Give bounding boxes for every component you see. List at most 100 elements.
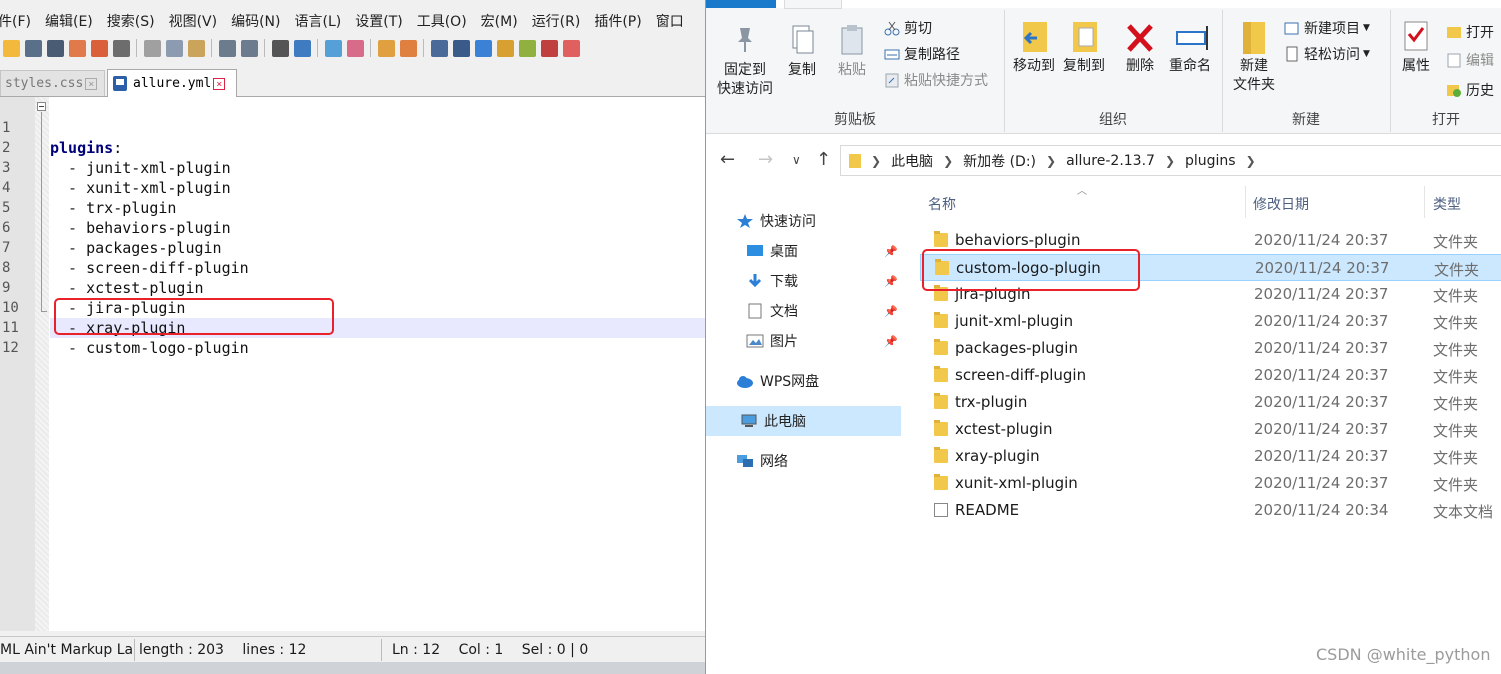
delete-button[interactable]: 删除: [1120, 18, 1160, 76]
doc-map-icon[interactable]: [519, 39, 536, 57]
properties-button[interactable]: 属性: [1396, 18, 1436, 76]
ribbon-file-tab[interactable]: [706, 0, 776, 8]
ribbon-home-tab[interactable]: [784, 0, 842, 9]
nav-quick-access[interactable]: 快速访问: [736, 206, 816, 236]
sync-vertical-icon[interactable]: [378, 39, 395, 57]
breadcrumb-allure[interactable]: allure-2.13.7: [1066, 153, 1155, 169]
zoom-in-icon[interactable]: [325, 39, 342, 57]
recent-locations-chevron-icon[interactable]: ∨: [792, 153, 801, 167]
history-button[interactable]: 历史: [1446, 80, 1494, 100]
breadcrumb-drive[interactable]: 新加卷 (D:): [963, 151, 1036, 171]
up-arrow-icon[interactable]: ↑: [816, 149, 831, 170]
save-icon[interactable]: [25, 39, 42, 57]
tab-close-icon[interactable]: ×: [85, 77, 98, 90]
file-row[interactable]: junit-xml-plugin 2020/11/24 20:37 文件夹: [920, 308, 1501, 335]
replace-icon[interactable]: [294, 39, 311, 57]
nav-desktop[interactable]: 桌面 📌: [746, 236, 898, 266]
breadcrumb-plugins[interactable]: plugins: [1185, 153, 1236, 169]
nav-network[interactable]: 网络: [736, 446, 788, 476]
move-to-button[interactable]: 移动到: [1010, 18, 1058, 76]
chevron-right-icon[interactable]: ❯: [1046, 154, 1056, 168]
cut-icon[interactable]: [144, 39, 161, 57]
pin-icon[interactable]: 📌: [884, 275, 898, 288]
tab-allure-yml[interactable]: allure.yml ×: [107, 69, 237, 98]
zoom-out-icon[interactable]: [347, 39, 364, 57]
file-row[interactable]: screen-diff-plugin 2020/11/24 20:37 文件夹: [920, 362, 1501, 389]
pin-icon[interactable]: 📌: [884, 305, 898, 318]
cut-button[interactable]: 剪切: [884, 18, 932, 38]
menu-tools[interactable]: 工具(O): [417, 11, 467, 31]
nav-downloads[interactable]: 下载 📌: [746, 266, 898, 296]
menu-file[interactable]: 件(F): [0, 11, 31, 31]
chevron-right-icon[interactable]: ❯: [943, 154, 953, 168]
function-list-icon[interactable]: [541, 39, 558, 57]
forward-arrow-icon[interactable]: →: [758, 149, 773, 170]
chevron-right-icon[interactable]: ❯: [871, 154, 881, 168]
language-icon[interactable]: [497, 39, 514, 57]
menu-plugins[interactable]: 插件(P): [594, 11, 641, 31]
column-header-type[interactable]: 类型: [1433, 194, 1461, 214]
rename-button[interactable]: 重命名: [1164, 18, 1216, 76]
file-row[interactable]: README 2020/11/24 20:34 文本文档: [920, 497, 1501, 524]
edit-button[interactable]: 编辑: [1446, 50, 1494, 70]
undo-icon[interactable]: [219, 39, 236, 57]
redo-icon[interactable]: [241, 39, 258, 57]
menu-window[interactable]: 窗口: [656, 11, 684, 31]
menu-encoding[interactable]: 编码(N): [231, 11, 280, 31]
menu-view[interactable]: 视图(V): [169, 11, 218, 31]
pin-icon[interactable]: 📌: [884, 335, 898, 348]
paste-shortcut-button[interactable]: 粘贴快捷方式: [884, 70, 988, 90]
copy-button[interactable]: 复制: [782, 22, 822, 80]
chevron-right-icon[interactable]: ❯: [1165, 154, 1175, 168]
open-file-icon[interactable]: [3, 39, 20, 57]
menu-run[interactable]: 运行(R): [532, 11, 581, 31]
find-icon[interactable]: [272, 39, 289, 57]
print-icon[interactable]: [113, 39, 130, 57]
nav-pictures[interactable]: 图片 📌: [746, 326, 898, 356]
close-file-icon[interactable]: [69, 39, 86, 57]
tab-close-icon[interactable]: ×: [213, 77, 226, 90]
breadcrumb-this-pc[interactable]: 此电脑: [891, 151, 933, 171]
nav-this-pc[interactable]: 此电脑: [740, 406, 806, 436]
paste-button[interactable]: 粘贴: [832, 22, 872, 80]
copy-to-button[interactable]: 复制到: [1060, 18, 1108, 76]
tab-styles-css[interactable]: styles.css ×: [0, 70, 105, 96]
copy-path-button[interactable]: 复制路径: [884, 44, 960, 64]
save-all-icon[interactable]: [47, 39, 64, 57]
code-editor[interactable]: 1 plugins: 2 - junit-xml-plugin 3 - xuni…: [0, 97, 705, 631]
pin-icon[interactable]: 📌: [884, 245, 898, 258]
column-separator[interactable]: [1424, 186, 1425, 218]
column-header-date[interactable]: 修改日期: [1253, 194, 1309, 214]
sync-horizontal-icon[interactable]: [400, 39, 417, 57]
file-row[interactable]: xunit-xml-plugin 2020/11/24 20:37 文件夹: [920, 470, 1501, 497]
paste-icon[interactable]: [188, 39, 205, 57]
menu-edit[interactable]: 编辑(E): [45, 11, 93, 31]
new-item-button[interactable]: 新建项目 ▼: [1284, 18, 1370, 38]
nav-documents[interactable]: 文档 📌: [746, 296, 898, 326]
easy-access-button[interactable]: 轻松访问 ▼: [1284, 44, 1370, 64]
open-button[interactable]: 打开: [1446, 22, 1494, 42]
file-row[interactable]: xctest-plugin 2020/11/24 20:37 文件夹: [920, 416, 1501, 443]
file-row[interactable]: xray-plugin 2020/11/24 20:37 文件夹: [920, 443, 1501, 470]
menu-settings[interactable]: 设置(T): [355, 11, 402, 31]
nav-wps-cloud[interactable]: WPS网盘: [736, 366, 819, 396]
menu-language[interactable]: 语言(L): [295, 11, 342, 31]
menu-search[interactable]: 搜索(S): [107, 11, 155, 31]
indent-guide-icon[interactable]: [475, 39, 492, 57]
file-row[interactable]: trx-plugin 2020/11/24 20:37 文件夹: [920, 389, 1501, 416]
folder-workspace-icon[interactable]: [563, 39, 580, 57]
new-folder-button[interactable]: 新建 文件夹: [1228, 18, 1280, 95]
chevron-right-icon[interactable]: ❯: [1246, 154, 1256, 168]
column-header-name[interactable]: 名称: [928, 194, 956, 214]
close-all-icon[interactable]: [91, 39, 108, 57]
word-wrap-icon[interactable]: [431, 39, 448, 57]
copy-icon[interactable]: [166, 39, 183, 57]
column-separator[interactable]: [1245, 186, 1246, 218]
address-bar[interactable]: ❯ 此电脑 ❯ 新加卷 (D:) ❯ allure-2.13.7 ❯ plugi…: [840, 145, 1501, 176]
menu-macro[interactable]: 宏(M): [481, 11, 518, 31]
show-all-characters-icon[interactable]: [453, 39, 470, 57]
pin-to-quick-access-button[interactable]: 固定到 快速访问: [712, 22, 778, 99]
back-arrow-icon[interactable]: ←: [720, 149, 735, 170]
file-row[interactable]: packages-plugin 2020/11/24 20:37 文件夹: [920, 335, 1501, 362]
status-bar: ML Ain't Markup La length : 203 lines : …: [0, 636, 705, 663]
